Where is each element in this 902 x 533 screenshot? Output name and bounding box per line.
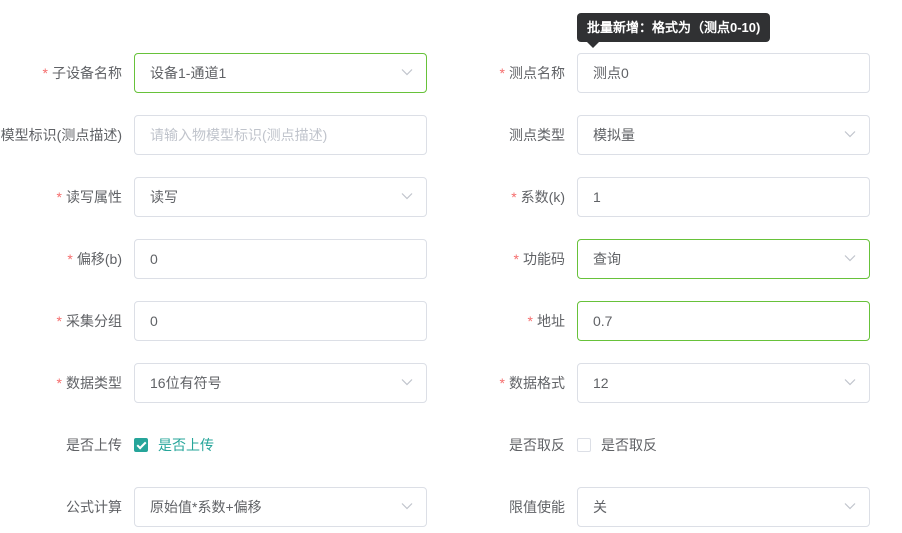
checkbox-label[interactable]: 是否上传: [158, 435, 214, 455]
label-text: 是否取反: [509, 437, 565, 453]
label-text: 测点名称: [509, 65, 565, 81]
label-text: 地址: [537, 313, 565, 329]
label-text: 数据格式: [509, 375, 565, 391]
collection-group-input[interactable]: 0: [134, 301, 427, 341]
required-mark: *: [56, 189, 62, 205]
label-text: 模型标识(测点描述): [0, 127, 122, 143]
point-form: * 子设备名称 设备1-通道1 * 测点名称 测点0 模型标识(测点描述) 请输入物…: [0, 0, 902, 533]
label-text: 限值使能: [509, 499, 565, 515]
invert-label: 是否取反: [509, 425, 565, 465]
input-value: 0: [150, 251, 158, 267]
label-text: 公式计算: [66, 499, 122, 515]
data-type-label: * 数据类型: [57, 363, 122, 403]
data-type-select[interactable]: 16位有符号: [134, 363, 427, 403]
form-row-data-type-format: * 数据类型 16位有符号 * 数据格式 12: [0, 363, 902, 403]
limit-enable-select[interactable]: 关: [577, 487, 870, 527]
checkbox-checked-icon[interactable]: [134, 438, 148, 452]
label-text: 系数(k): [520, 189, 565, 205]
required-mark: *: [56, 375, 62, 391]
label-text: 读写属性: [66, 189, 122, 205]
label-text: 子设备名称: [52, 65, 122, 81]
select-value: 16位有符号: [150, 375, 222, 391]
required-mark: *: [511, 189, 517, 205]
coefficient-label: * 系数(k): [511, 177, 565, 217]
required-mark: *: [499, 65, 505, 81]
select-value: 查询: [593, 251, 621, 267]
form-row-group-address: * 采集分组 0 * 地址 0.7: [0, 301, 902, 341]
function-code-label: * 功能码: [514, 239, 565, 279]
chevron-down-icon: [844, 379, 856, 386]
model-id-label: 模型标识(测点描述): [1, 115, 122, 155]
address-label: * 地址: [528, 301, 565, 341]
form-row-upload-invert: 是否上传 是否上传 是否取反 是否取反: [0, 425, 902, 465]
input-placeholder: 请输入物模型标识(测点描述): [150, 127, 328, 143]
address-input[interactable]: 0.7: [577, 301, 870, 341]
select-value: 关: [593, 499, 607, 515]
form-row-model-id-point-type: 模型标识(测点描述) 请输入物模型标识(测点描述) 测点类型 模拟量: [0, 115, 902, 155]
input-value: 1: [593, 189, 601, 205]
batch-add-tooltip: 批量新增：格式为（测点0-10): [577, 13, 771, 48]
label-text: 偏移(b): [76, 251, 122, 267]
form-row-device-point-name: * 子设备名称 设备1-通道1 * 测点名称 测点0: [0, 53, 902, 93]
data-format-label: * 数据格式: [500, 363, 565, 403]
data-format-select[interactable]: 12: [577, 363, 870, 403]
upload-checkbox[interactable]: 是否上传: [134, 425, 214, 465]
form-row-rw-coefficient: * 读写属性 读写 * 系数(k) 1: [0, 177, 902, 217]
offset-label: * 偏移(b): [67, 239, 122, 279]
select-value: 读写: [150, 189, 178, 205]
required-mark: *: [42, 65, 48, 81]
input-value: 0: [150, 313, 158, 329]
required-mark: *: [499, 375, 505, 391]
read-write-select[interactable]: 读写: [134, 177, 427, 217]
required-mark: *: [513, 251, 519, 267]
required-mark: *: [527, 313, 533, 329]
formula-select[interactable]: 原始值*系数+偏移: [134, 487, 427, 527]
input-value: 0.7: [593, 313, 613, 329]
point-name-label: * 测点名称: [500, 53, 565, 93]
label-text: 功能码: [523, 251, 565, 267]
form-row-formula-limit: 公式计算 原始值*系数+偏移 限值使能 关: [0, 487, 902, 527]
required-mark: *: [67, 251, 73, 267]
select-value: 12: [593, 375, 609, 391]
checkbox-label[interactable]: 是否取反: [601, 435, 657, 455]
sub-device-name-label: * 子设备名称: [43, 53, 122, 93]
upload-label: 是否上传: [66, 425, 122, 465]
chevron-down-icon: [844, 255, 856, 262]
input-value: 测点0: [593, 65, 629, 81]
point-type-label: 测点类型: [509, 115, 565, 155]
required-mark: *: [56, 313, 62, 329]
chevron-down-icon: [401, 69, 413, 76]
offset-input[interactable]: 0: [134, 239, 427, 279]
collection-group-label: * 采集分组: [57, 301, 122, 341]
label-text: 测点类型: [509, 127, 565, 143]
label-text: 数据类型: [66, 375, 122, 391]
formula-label: 公式计算: [66, 487, 122, 527]
model-id-input[interactable]: 请输入物模型标识(测点描述): [134, 115, 427, 155]
chevron-down-icon: [844, 131, 856, 138]
form-row-offset-function-code: * 偏移(b) 0 * 功能码 查询: [0, 239, 902, 279]
chevron-down-icon: [844, 503, 856, 510]
coefficient-input[interactable]: 1: [577, 177, 870, 217]
checkbox-unchecked-icon[interactable]: [577, 438, 591, 452]
chevron-down-icon: [401, 193, 413, 200]
chevron-down-icon: [401, 503, 413, 510]
point-name-input[interactable]: 测点0: [577, 53, 870, 93]
label-text: 采集分组: [66, 313, 122, 329]
point-type-select[interactable]: 模拟量: [577, 115, 870, 155]
read-write-label: * 读写属性: [57, 177, 122, 217]
invert-checkbox[interactable]: 是否取反: [577, 425, 657, 465]
function-code-select[interactable]: 查询: [577, 239, 870, 279]
select-value: 原始值*系数+偏移: [150, 499, 262, 515]
label-text: 是否上传: [66, 437, 122, 453]
select-value: 模拟量: [593, 127, 635, 143]
chevron-down-icon: [401, 379, 413, 386]
select-value: 设备1-通道1: [150, 65, 227, 81]
sub-device-name-select[interactable]: 设备1-通道1: [134, 53, 427, 93]
limit-enable-label: 限值使能: [509, 487, 565, 527]
